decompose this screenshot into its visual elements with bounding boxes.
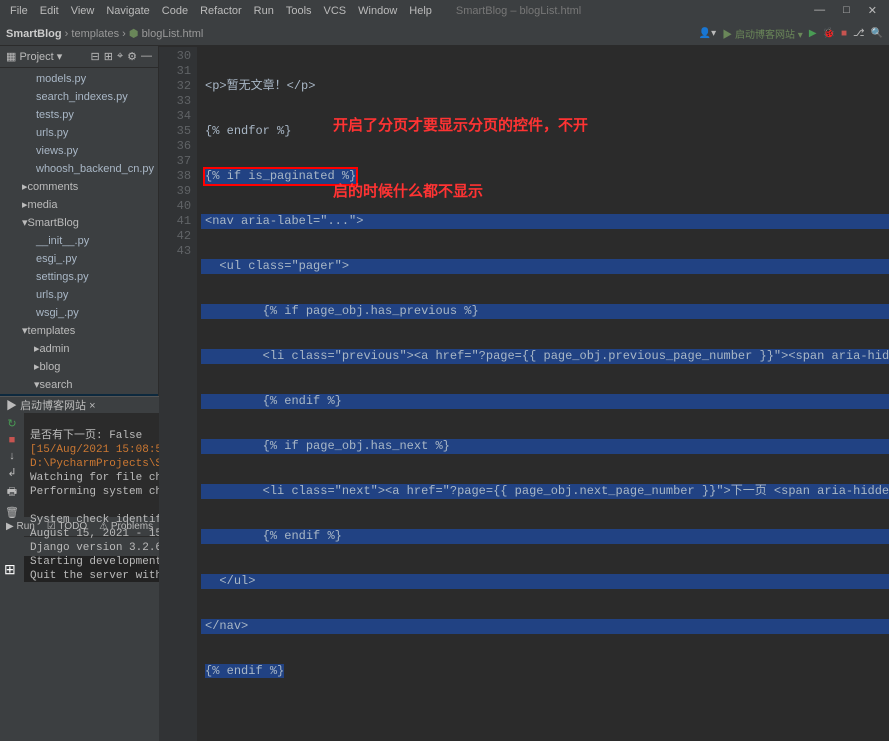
vcs-icon[interactable]: ⎇ [853,28,865,39]
collapse-icon[interactable]: ⊟ [91,50,100,63]
navigation-bar: SmartBlog › templates › ⬢ blogList.html … [0,22,889,46]
file-esgi[interactable]: esgi_.py [36,251,77,267]
tool-problems[interactable]: ⚠ Problems [99,521,153,532]
file-settings[interactable]: settings.py [36,269,89,285]
file-whoosh[interactable]: whoosh_backend_cn.py [36,161,154,177]
menu-vcs[interactable]: VCS [318,3,353,19]
menu-tools[interactable]: Tools [280,3,318,19]
dir-media[interactable]: media [28,197,58,213]
editor-area: ◆ settings.py◆ models.py◆ forms.py◆ comm… [159,46,889,396]
gutter: 3031323334353637383940414243 [159,47,197,741]
breadcrumb[interactable]: SmartBlog › templates › ⬢ blogList.html [6,27,203,40]
file-urls[interactable]: urls.py [36,125,68,141]
trash-icon[interactable]: 🗑 [5,506,19,519]
start-icon[interactable]: ⊞ [4,561,16,578]
hide-icon[interactable]: — [141,50,152,63]
run-config-selector[interactable]: ▶ 启动博客网站 ▾ [722,26,803,41]
wrap-icon[interactable]: ↲ [7,466,16,479]
close-icon[interactable]: ✕ [862,2,883,19]
project-tree[interactable]: models.py search_indexes.py tests.py url… [0,68,158,396]
stop-icon[interactable]: ■ [841,28,847,39]
minimize-icon[interactable]: — [808,2,831,19]
search-icon[interactable]: 🔍 [871,28,883,39]
dir-admin[interactable]: admin [40,341,70,357]
run-gutter: ↻ ■ ↓ ↲ 🖶 🗑 [0,413,24,585]
dir-comments[interactable]: comments [28,179,79,195]
menubar: File Edit View Navigate Code Refactor Ru… [0,0,889,22]
dir-search[interactable]: search [40,377,73,393]
file-models[interactable]: models.py [36,71,86,87]
menu-window[interactable]: Window [352,3,403,19]
menu-view[interactable]: View [65,3,101,19]
project-panel: ▦ Project ▾ ⊟ ⊞ ⌖ ⚙ — models.py search_i… [0,46,159,396]
menu-refactor[interactable]: Refactor [194,3,248,19]
dir-indexes[interactable]: indexes [52,395,90,396]
dir-smartblog[interactable]: SmartBlog [28,215,79,231]
run-tab[interactable]: ▶ 启动博客网站 × [6,397,96,413]
annotation-text: 开启了分页才要显示分页的控件，不开 启的时候什么都不显示 [333,71,588,247]
tool-run[interactable]: ▶ Run [6,521,35,532]
menu-help[interactable]: Help [403,3,438,19]
file-tests[interactable]: tests.py [36,107,74,123]
down-icon[interactable]: ↓ [9,450,15,462]
rerun-icon[interactable]: ↻ [7,417,16,430]
file-views[interactable]: views.py [36,143,78,159]
expand-icon[interactable]: ⊞ [104,50,113,63]
maximize-icon[interactable]: □ [837,2,856,19]
user-icon[interactable]: 👤▾ [699,28,716,39]
file-search-indexes[interactable]: search_indexes.py [36,89,128,105]
gear-icon[interactable]: ⚙ [127,50,137,63]
menu-run[interactable]: Run [248,3,280,19]
main-area: ▦ Project ▾ ⊟ ⊞ ⌖ ⚙ — models.py search_i… [0,46,889,396]
code-content[interactable]: <p>暂无文章！</p> {% endfor %} {% if is_pagin… [197,47,889,741]
project-label[interactable]: ▦ Project ▾ [6,50,62,63]
tool-todo[interactable]: ☑ TODO [47,521,87,532]
stop-run-icon[interactable]: ■ [9,434,16,446]
run-icon[interactable]: ▶ [809,28,817,39]
print-icon[interactable]: 🖶 [7,483,17,502]
scroll-icon[interactable]: ⌖ [117,50,123,63]
file-init[interactable]: __init__.py [36,233,89,249]
dir-templates[interactable]: templates [28,323,76,339]
menu-edit[interactable]: Edit [34,3,65,19]
dir-blog[interactable]: blog [40,359,61,375]
menu-code[interactable]: Code [156,3,194,19]
file-urls2[interactable]: urls.py [36,287,68,303]
code-editor[interactable]: 3031323334353637383940414243 <p>暂无文章！</p… [159,47,889,741]
window-title: SmartBlog – blogList.html [450,3,587,19]
menu-navigate[interactable]: Navigate [100,3,155,19]
project-tool-header: ▦ Project ▾ ⊟ ⊞ ⌖ ⚙ — [0,46,158,68]
debug-icon[interactable]: 🐞 [823,28,835,39]
file-wsgi[interactable]: wsgi_.py [36,305,79,321]
menu-file[interactable]: File [4,3,34,19]
